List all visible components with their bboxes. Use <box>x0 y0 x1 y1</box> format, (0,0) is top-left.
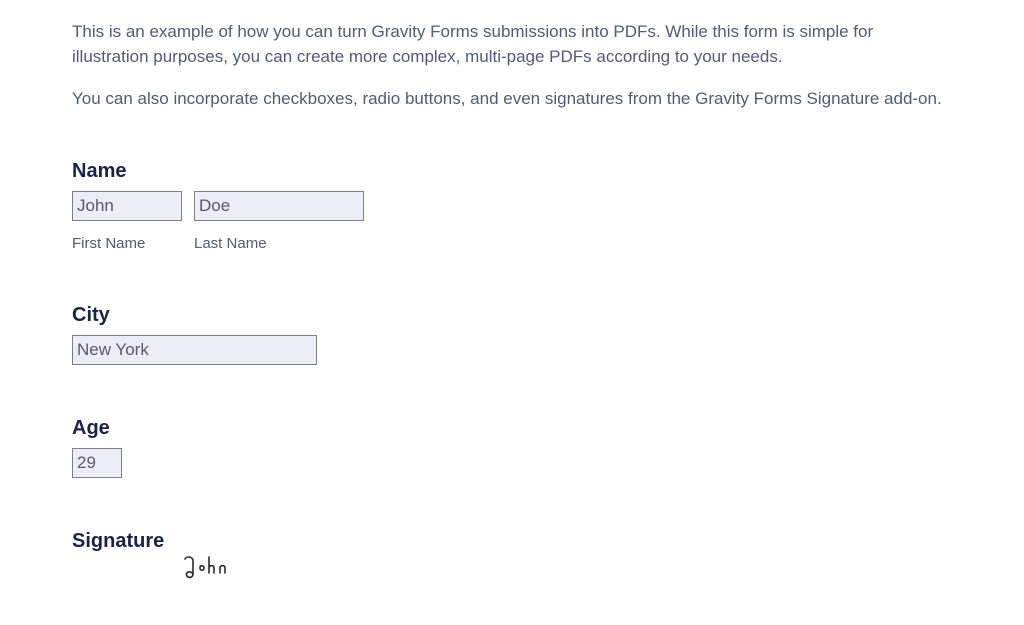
city-field-group: City <box>72 304 952 365</box>
city-input[interactable] <box>72 335 317 365</box>
last-name-input[interactable] <box>194 191 364 221</box>
first-name-input[interactable] <box>72 191 182 221</box>
form-container: Name First Name Last Name City Age Signa… <box>72 160 952 586</box>
intro-paragraph-2: You can also incorporate checkboxes, rad… <box>72 87 952 112</box>
name-label: Name <box>72 160 952 183</box>
age-field-group: Age <box>72 417 952 478</box>
intro-paragraph-1: This is an example of how you can turn G… <box>72 20 952 69</box>
first-name-sublabel: First Name <box>72 235 182 252</box>
first-name-column: First Name <box>72 191 182 252</box>
age-input[interactable] <box>72 448 122 478</box>
last-name-sublabel: Last Name <box>194 235 364 252</box>
signature-icon <box>182 555 242 581</box>
name-field-group: Name First Name Last Name <box>72 160 952 252</box>
signature-label: Signature <box>72 530 952 553</box>
city-label: City <box>72 304 952 327</box>
name-input-row: First Name Last Name <box>72 191 952 252</box>
signature-field-group: Signature <box>72 530 952 586</box>
signature-graphic <box>182 555 952 586</box>
age-label: Age <box>72 417 952 440</box>
last-name-column: Last Name <box>194 191 364 252</box>
